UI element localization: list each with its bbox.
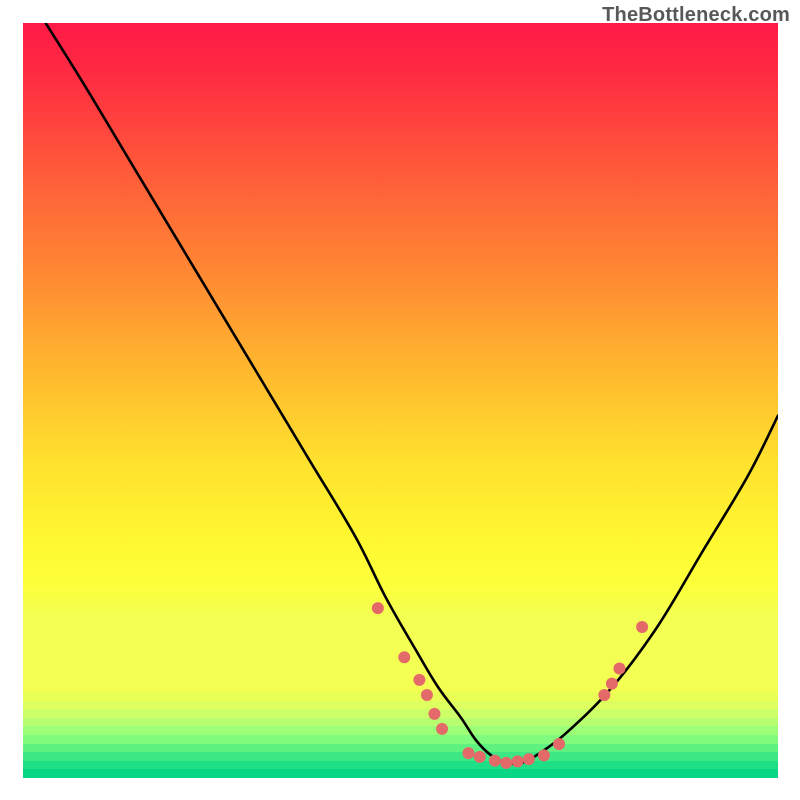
data-point: [500, 757, 512, 769]
data-point: [436, 723, 448, 735]
data-point: [398, 651, 410, 663]
chart-container: TheBottleneck.com: [0, 0, 800, 800]
bottleneck-curve: [46, 23, 778, 764]
plot-area: [23, 23, 778, 778]
data-point: [512, 755, 524, 767]
data-point: [613, 663, 625, 675]
data-point: [372, 602, 384, 614]
chart-svg: [23, 23, 778, 778]
data-point: [606, 678, 618, 690]
watermark-text: TheBottleneck.com: [602, 4, 790, 27]
data-point: [636, 621, 648, 633]
data-point: [421, 689, 433, 701]
data-point: [428, 708, 440, 720]
data-point: [489, 755, 501, 767]
data-point: [462, 747, 474, 759]
data-point: [598, 689, 610, 701]
data-point: [474, 751, 486, 763]
data-points-group: [372, 602, 648, 769]
data-point: [523, 753, 535, 765]
data-point: [538, 749, 550, 761]
data-point: [553, 738, 565, 750]
data-point: [413, 674, 425, 686]
